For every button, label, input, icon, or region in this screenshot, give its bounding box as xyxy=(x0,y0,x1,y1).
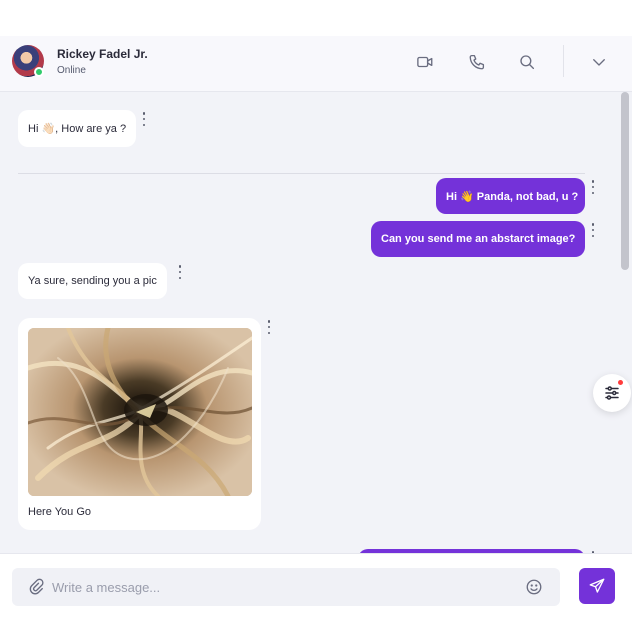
emoji-icon[interactable] xyxy=(525,578,543,596)
message-options-icon[interactable] xyxy=(177,265,183,279)
contact-name: Rickey Fadel Jr. xyxy=(57,47,148,61)
message-bubble-incoming[interactable]: Ya sure, sending you a pic xyxy=(18,263,167,299)
notification-badge xyxy=(618,380,623,385)
message-bubble-outgoing[interactable]: Hi 👋 Panda, not bad, u ? xyxy=(436,178,585,214)
message-options-icon[interactable] xyxy=(590,180,596,194)
message-options-icon[interactable] xyxy=(266,320,272,334)
send-icon xyxy=(589,578,605,593)
message-input-wrapper[interactable] xyxy=(12,568,560,606)
conversation-scrollbar[interactable] xyxy=(621,92,629,270)
conversation-area[interactable]: Hi 👋🏻, How are ya ? Hi 👋 Panda, not bad,… xyxy=(0,92,632,553)
attachment-icon[interactable] xyxy=(28,578,46,596)
message-text: Hi 👋 Panda, not bad, u ? xyxy=(446,190,579,203)
chevron-down-icon[interactable] xyxy=(588,51,610,73)
sliders-icon xyxy=(605,386,619,400)
online-status-dot xyxy=(34,67,44,77)
video-icon[interactable] xyxy=(414,51,436,73)
abstract-image[interactable] xyxy=(28,328,252,496)
abstract-image-art xyxy=(28,328,252,496)
message-bubble-incoming[interactable]: Hi 👋🏻, How are ya ? xyxy=(18,110,137,147)
contact-status: Online xyxy=(57,65,86,76)
message-input[interactable] xyxy=(52,568,512,606)
settings-button[interactable] xyxy=(593,374,631,412)
message-composer xyxy=(0,553,632,618)
header-divider xyxy=(563,45,564,77)
message-options-icon[interactable] xyxy=(590,223,596,237)
image-caption: Here You Go xyxy=(28,506,91,518)
send-button[interactable] xyxy=(579,568,615,604)
message-text: Ya sure, sending you a pic xyxy=(28,275,157,287)
chat-header: Rickey Fadel Jr. Online xyxy=(0,36,632,92)
message-text: Can you send me an abstarct image? xyxy=(381,233,576,245)
conversation-divider xyxy=(18,173,585,174)
message-options-icon[interactable] xyxy=(141,112,147,126)
message-bubble-outgoing[interactable]: Can you send me an abstarct image? xyxy=(371,221,585,257)
message-text: Hi 👋🏻, How are ya ? xyxy=(28,123,127,135)
search-icon[interactable] xyxy=(516,51,538,73)
chat-app: Rickey Fadel Jr. Online Hi 👋🏻, How are y… xyxy=(0,0,632,618)
phone-icon[interactable] xyxy=(466,51,488,73)
image-message[interactable]: Here You Go xyxy=(18,318,261,530)
